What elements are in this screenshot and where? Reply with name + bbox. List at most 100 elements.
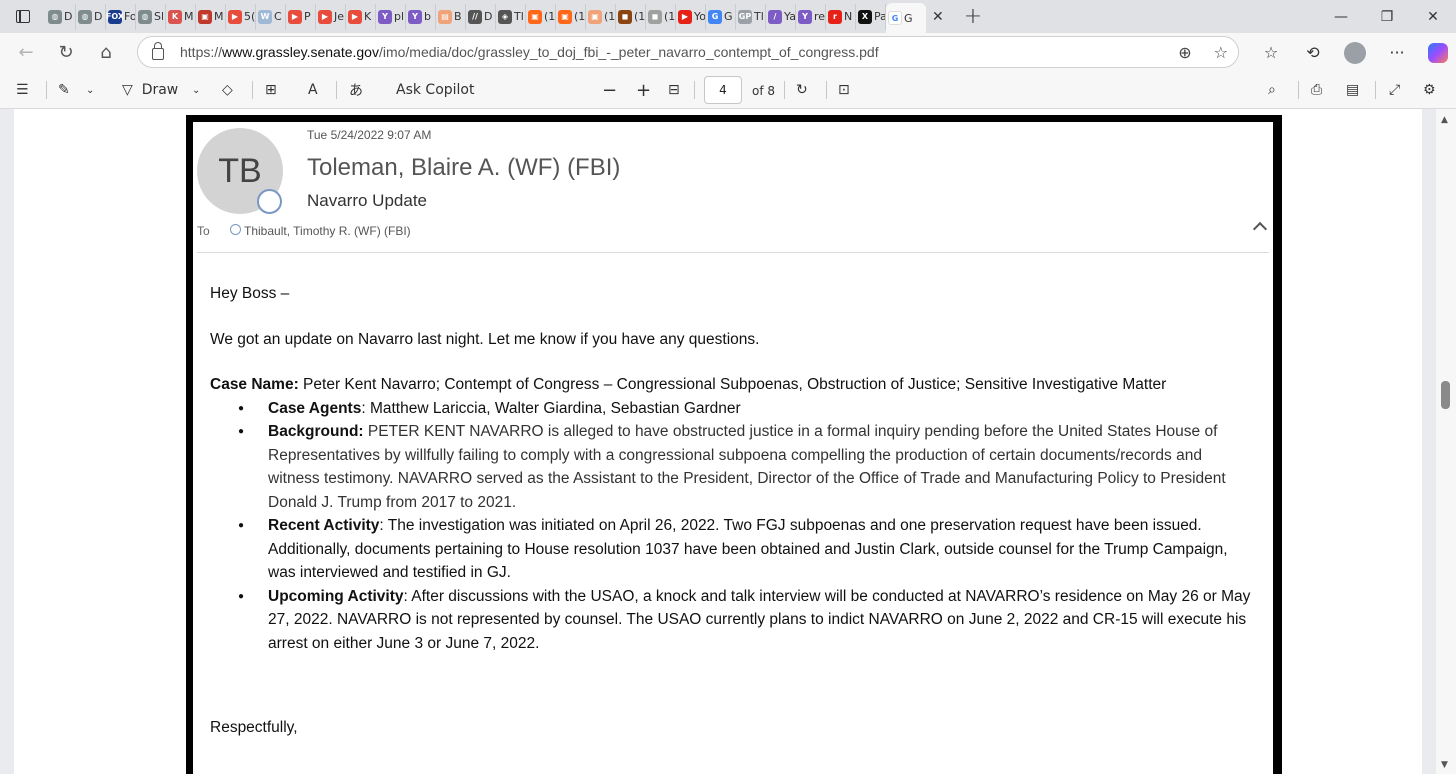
tab-title: D <box>64 10 73 23</box>
tab[interactable]: ◼ (1 <box>616 3 646 30</box>
ask-copilot-button[interactable]: Ask Copilot <box>396 72 475 109</box>
tab[interactable]: ◼ (1 <box>646 3 676 30</box>
find-icon[interactable]: ⌕ <box>1268 72 1276 109</box>
tab-title: Tl <box>754 10 764 23</box>
restore-button[interactable]: ❐ <box>1364 0 1410 33</box>
profile-avatar[interactable] <box>1344 41 1366 64</box>
tab-title: Ya <box>784 10 796 23</box>
tab-title: Je <box>334 10 345 23</box>
tab[interactable]: ◈ Tl <box>496 3 526 30</box>
fullscreen-icon[interactable]: ⤢ <box>1389 72 1400 109</box>
tab-title: Fo <box>124 10 136 23</box>
active-tab[interactable]: G G <box>886 3 926 33</box>
tab[interactable]: ◍ Sl <box>136 3 166 30</box>
print-icon[interactable]: ⎙ <box>1311 72 1322 109</box>
contents-icon[interactable]: ☰ <box>16 72 29 109</box>
settings-gear-icon[interactable]: ⚙ <box>1423 72 1436 109</box>
page-number-input[interactable]: 4 <box>704 76 742 104</box>
tab-title: N <box>844 10 853 23</box>
zoom-out-icon[interactable]: − <box>602 72 617 109</box>
tab-title: P <box>304 10 311 23</box>
tab-favicon-icon: r <box>828 9 842 24</box>
tab[interactable]: ▶ K <box>346 3 376 30</box>
tab[interactable]: ◍ D <box>76 3 106 30</box>
tab[interactable]: rN <box>826 3 856 30</box>
save-icon[interactable]: ▤ <box>1346 72 1359 109</box>
close-tab-icon[interactable]: ✕ <box>932 9 944 25</box>
draw-button[interactable]: ▽ Draw <box>122 72 178 109</box>
tab[interactable]: Yb <box>406 3 436 30</box>
tab-title: Pa <box>874 10 886 23</box>
url-domain: www.grassley.senate.gov <box>222 44 379 60</box>
tab-title: pl <box>394 10 405 23</box>
eraser-icon[interactable]: ◇ <box>222 72 233 109</box>
tab[interactable]: ▣ (1 <box>526 3 556 30</box>
email-body: Hey Boss – We got an update on Navarro l… <box>210 282 1253 655</box>
highlight-dropdown-icon[interactable]: ⌄ <box>86 72 94 109</box>
tab[interactable]: ▣ (1 <box>586 3 616 30</box>
scroll-up-icon[interactable]: ▲ <box>1441 115 1448 125</box>
address-bar[interactable]: https://www.grassley.senate.gov/imo/medi… <box>137 36 1239 68</box>
new-tab-button[interactable]: + <box>964 4 982 29</box>
to-label: To <box>197 224 210 238</box>
text-box-icon[interactable]: ⊞ <box>265 72 277 109</box>
tab[interactable]: ▣ (1 <box>556 3 586 30</box>
tab[interactable]: GP Tl <box>736 3 766 30</box>
scrollbar-thumb[interactable] <box>1441 381 1450 409</box>
presence-icon <box>257 189 282 214</box>
tab[interactable]: ▶ Je <box>316 3 346 30</box>
tab[interactable]: ▤ B <box>436 3 466 30</box>
tab[interactable]: X Pa <box>856 3 886 30</box>
tab[interactable]: //D <box>466 3 496 30</box>
fit-page-icon[interactable]: ⊟ <box>668 72 680 109</box>
tab-favicon-icon: Y <box>798 9 812 24</box>
tab-title: Tl <box>514 10 524 23</box>
close-window-button[interactable]: ✕ <box>1410 0 1456 33</box>
draw-dropdown-icon[interactable]: ⌄ <box>192 72 200 109</box>
tab-title: G <box>724 10 733 23</box>
rotate-icon[interactable]: ↻ <box>796 72 808 109</box>
item-separator: : <box>361 399 370 417</box>
tab-title: (1 <box>544 10 556 23</box>
favorite-star-icon[interactable]: ☆ <box>1214 43 1228 62</box>
read-aloud-icon[interactable]: A <box>308 72 318 109</box>
tab-favicon-icon: ◈ <box>498 9 512 24</box>
case-name-value: Peter Kent Navarro; Contempt of Congress… <box>298 376 1167 393</box>
minimize-button[interactable]: — <box>1318 0 1364 33</box>
highlight-icon[interactable]: ✎ <box>58 72 70 109</box>
tab[interactable]: Yre <box>796 3 826 30</box>
zoom-in-icon[interactable]: + <box>636 72 651 109</box>
tab-title: B <box>454 10 462 23</box>
tab[interactable]: ▣ M <box>196 3 226 30</box>
tab[interactable]: FOX Fo <box>106 3 136 30</box>
tab[interactable]: ◍ D <box>46 3 76 30</box>
tab-title: (1 <box>574 10 586 23</box>
list-item: Case Agents: Matthew Lariccia, Walter Gi… <box>210 397 1253 421</box>
translate-icon[interactable]: あ <box>349 72 363 109</box>
zoom-icon[interactable]: ⊕ <box>1178 43 1191 62</box>
more-options-icon[interactable]: ··· <box>1376 43 1418 62</box>
refresh-button[interactable]: ↻ <box>46 36 86 70</box>
home-button[interactable]: ⌂ <box>86 36 126 70</box>
copilot-icon[interactable] <box>1428 42 1448 63</box>
page-view-icon[interactable]: ⊡ <box>838 72 850 109</box>
scroll-down-icon[interactable]: ▼ <box>1441 760 1448 770</box>
list-item: Recent Activity: The investigation was i… <box>210 514 1253 585</box>
back-button[interactable]: ← <box>6 36 46 70</box>
pdf-viewer: TB Tue 5/24/2022 9:07 AM Toleman, Blaire… <box>0 109 1436 774</box>
tab[interactable]: WC <box>256 3 286 30</box>
tab-favicon-icon: G <box>708 9 722 24</box>
browser-actions: ☆ ⟲ ··· <box>1250 33 1448 72</box>
favorites-icon[interactable]: ☆ <box>1250 43 1292 62</box>
vertical-scrollbar[interactable]: ▲ ▼ <box>1436 109 1456 774</box>
tab[interactable]: ▶ P <box>286 3 316 30</box>
tab[interactable]: KM <box>166 3 196 30</box>
tab[interactable]: / Ya <box>766 3 796 30</box>
tab[interactable]: GG <box>706 3 736 30</box>
tab-title: D <box>94 10 103 23</box>
tab-actions-button[interactable] <box>0 0 46 33</box>
tab[interactable]: ▶ Yo <box>676 3 706 30</box>
tab[interactable]: ▶ 5( <box>226 3 256 30</box>
history-icon[interactable]: ⟲ <box>1292 43 1334 62</box>
tab[interactable]: Ypl <box>376 3 406 30</box>
